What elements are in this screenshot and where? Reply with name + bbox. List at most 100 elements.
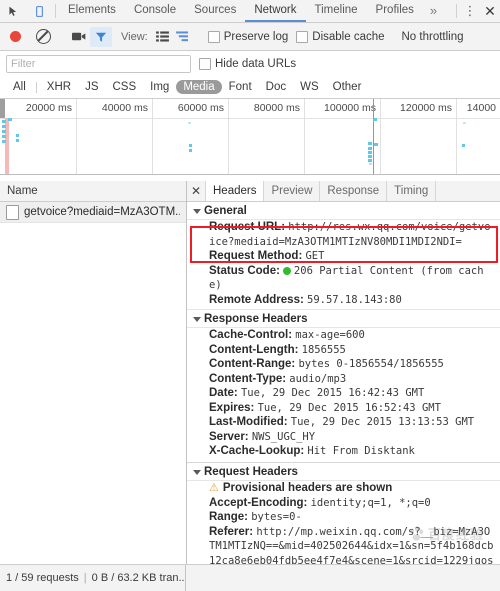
- tab-timeline-label: Timeline: [314, 4, 358, 16]
- tab-headers-label: Headers: [213, 185, 257, 197]
- status-badge: [282, 266, 291, 275]
- disable-cache-checkbox[interactable]: Disable cache: [296, 30, 385, 43]
- section-response-headers-header[interactable]: Response Headers: [187, 309, 500, 328]
- type-filter-xhr[interactable]: XHR: [40, 80, 78, 94]
- section-general-header[interactable]: General: [187, 202, 500, 220]
- view-label: View:: [121, 30, 148, 43]
- tick-label-2: 60000 ms: [177, 102, 224, 114]
- tick-label-4: 100000 ms: [324, 102, 376, 114]
- record-button-icon[interactable]: [10, 31, 21, 42]
- hide-data-urls-checkbox[interactable]: Hide data URLs: [199, 57, 297, 70]
- header-content-length-key: Content-Length:: [209, 343, 299, 356]
- header-date-value: Tue, 29 Dec 2015 16:42:43 GMT: [240, 387, 425, 399]
- tab-sources-label: Sources: [194, 4, 237, 16]
- tab-timing-label: Timing: [394, 185, 429, 197]
- overview-left-handle[interactable]: [0, 99, 5, 118]
- header-accept-encoding-value: identity;q=1, *;q=0: [310, 496, 431, 509]
- tab-network-label: Network: [254, 4, 297, 16]
- list-view-icon[interactable]: [153, 31, 173, 42]
- header-date: Date: Tue, 29 Dec 2015 16:42:43 GMT: [187, 386, 500, 401]
- tab-profiles-label: Profiles: [375, 4, 414, 16]
- throttling-select[interactable]: No throttling: [402, 31, 464, 43]
- section-general-title: General: [204, 205, 247, 217]
- header-range-value: bytes=0-: [251, 511, 302, 523]
- tab-timing[interactable]: Timing: [387, 181, 437, 201]
- filter-icon[interactable]: [90, 26, 112, 47]
- header-cache-control: Cache-Control: max-age=600: [187, 328, 500, 343]
- warning-icon: ⚠: [209, 481, 219, 494]
- type-filter-other[interactable]: Other: [326, 80, 369, 94]
- disable-cache-label: Disable cache: [312, 30, 385, 43]
- transfer-size: 0 B / 63.2 KB tran...: [91, 572, 186, 584]
- type-filter-media[interactable]: Media: [176, 80, 222, 94]
- toolbar-divider-2: [456, 4, 457, 18]
- preserve-log-checkbox[interactable]: Preserve log: [207, 30, 288, 43]
- tab-network[interactable]: Network: [245, 0, 306, 22]
- header-server-value: NWS_UGC_HY: [251, 430, 316, 443]
- section-response-headers-title: Response Headers: [204, 313, 308, 325]
- table-row[interactable]: getvoice?mediaid=MzA3OTM...: [0, 202, 186, 223]
- type-filter-all[interactable]: All: [6, 80, 33, 94]
- request-detail-pane: ✕ Headers Preview Response Timing Genera…: [187, 181, 500, 565]
- search-input[interactable]: [6, 54, 191, 73]
- header-accept-encoding: Accept-Encoding: identity;q=1, *;q=0: [187, 496, 500, 511]
- type-divider: [35, 81, 37, 93]
- header-content-type-value: audio/mp3: [289, 372, 347, 385]
- request-list-header[interactable]: Name: [0, 181, 186, 202]
- type-filter-doc[interactable]: Doc: [259, 80, 293, 94]
- header-request-method-value: GET: [305, 250, 325, 262]
- section-request-headers-header[interactable]: Request Headers: [187, 461, 500, 481]
- tab-profiles[interactable]: Profiles: [367, 0, 423, 22]
- provisional-headers-warning-text: Provisional headers are shown: [222, 481, 393, 494]
- waterfall-view-icon[interactable]: [173, 31, 193, 42]
- network-overview[interactable]: 20000 ms 40000 ms 60000 ms 80000 ms 1000…: [0, 99, 500, 175]
- close-icon[interactable]: ✕: [480, 0, 500, 22]
- header-cache-control-key: Cache-Control:: [209, 329, 293, 341]
- header-x-cache-lookup-value: Hit From Disktank: [307, 445, 415, 457]
- tabbar-right-actions: ⋮ ✕: [453, 0, 500, 22]
- type-filter-img[interactable]: Img: [143, 80, 176, 94]
- tab-elements[interactable]: Elements: [59, 0, 125, 22]
- type-filter-ws[interactable]: WS: [293, 80, 326, 94]
- headers-content: General Request URL: http://res.wx.qq.co…: [187, 202, 500, 565]
- type-filter-css[interactable]: CSS: [105, 80, 143, 94]
- header-server-key: Server:: [209, 430, 249, 443]
- tab-sources[interactable]: Sources: [185, 0, 245, 22]
- header-request-url: Request URL: http://res.wx.qq.com/voice/…: [187, 220, 500, 249]
- header-last-modified-key: Last-Modified:: [209, 416, 288, 428]
- type-filter-doc-label: Doc: [265, 81, 287, 93]
- header-last-modified: Last-Modified: Tue, 29 Dec 2015 13:13:53…: [187, 415, 500, 430]
- request-name: getvoice?mediaid=MzA3OTM...: [24, 206, 180, 218]
- header-request-method: Request Method: GET: [187, 249, 500, 264]
- inspect-cursor-icon[interactable]: [0, 0, 26, 22]
- tab-response[interactable]: Response: [320, 181, 388, 201]
- type-filter-font[interactable]: Font: [222, 80, 259, 94]
- device-toolbar-icon[interactable]: [26, 0, 52, 22]
- tab-elements-label: Elements: [68, 4, 116, 16]
- kebab-menu-icon[interactable]: ⋮: [460, 0, 480, 22]
- close-label: ✕: [484, 2, 496, 19]
- header-referer: Referer: http://mp.weixin.qq.com/s?__biz…: [187, 525, 500, 566]
- kebab-menu-label: ⋮: [463, 3, 477, 18]
- tab-headers[interactable]: Headers: [206, 181, 265, 201]
- tab-response-label: Response: [327, 185, 380, 197]
- hide-data-urls-label: Hide data URLs: [215, 57, 297, 70]
- header-cache-control-value: max-age=600: [295, 329, 365, 341]
- tab-console[interactable]: Console: [125, 0, 185, 22]
- type-filter-css-label: CSS: [112, 81, 137, 93]
- tick-label-5: 120000 ms: [400, 102, 452, 114]
- status-bar: 1 / 59 requests | 0 B / 63.2 KB tran...: [0, 564, 500, 591]
- tab-preview[interactable]: Preview: [264, 181, 321, 201]
- header-range: Range: bytes=0-: [187, 510, 500, 525]
- header-content-length: Content-Length: 1856555: [187, 343, 500, 358]
- header-expires-key: Expires:: [209, 401, 255, 414]
- type-filter-js[interactable]: JS: [78, 80, 105, 94]
- request-rows: getvoice?mediaid=MzA3OTM...: [0, 202, 186, 565]
- more-tabs-icon[interactable]: »: [423, 0, 444, 22]
- clear-icon[interactable]: [36, 29, 51, 44]
- header-content-length-value: 1856555: [301, 343, 346, 356]
- detail-close-icon[interactable]: ✕: [187, 181, 206, 201]
- tab-timeline[interactable]: Timeline: [306, 0, 367, 22]
- camera-icon[interactable]: [70, 31, 88, 42]
- header-content-type: Content-Type: audio/mp3: [187, 372, 500, 387]
